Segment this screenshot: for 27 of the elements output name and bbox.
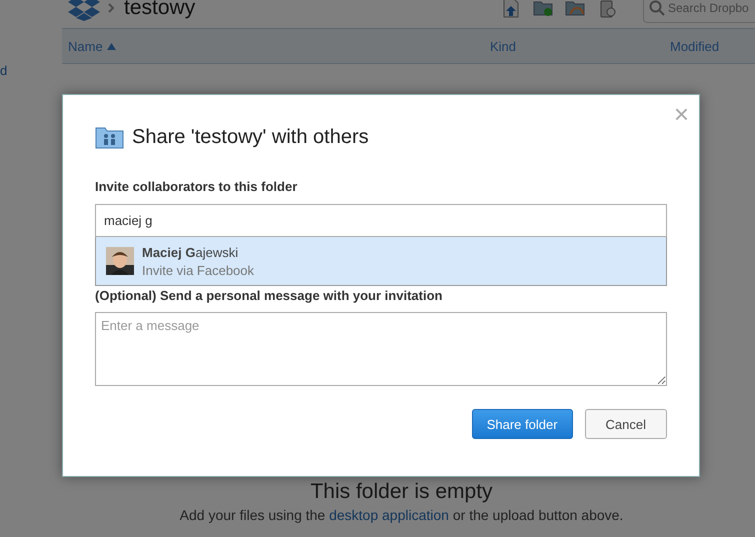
search-field[interactable]: Search Dropbo — [643, 0, 755, 23]
shared-folder-icon[interactable] — [565, 0, 585, 18]
empty-title: This folder is empty — [310, 480, 493, 504]
contact-detail: Invite via Facebook — [142, 262, 254, 278]
contact-name: Maciej Gajewski — [142, 244, 240, 260]
search-icon — [649, 0, 665, 16]
new-folder-icon[interactable] — [533, 0, 553, 18]
desktop-app-link[interactable]: desktop application — [329, 507, 449, 523]
message-label: (Optional) Send a personal message with your invitation — [95, 288, 444, 303]
sidebar-link[interactable]: d — [0, 63, 8, 78]
chevron-icon — [108, 3, 114, 13]
logo-icon — [68, 0, 100, 21]
share-folder-button[interactable]: Share folder — [472, 409, 573, 439]
invite-label: Invite collaborators to this folder — [95, 179, 298, 194]
message-field[interactable]: Enter a message — [95, 312, 667, 386]
dialog-title: Share 'testowy' with others — [132, 126, 369, 148]
close-button[interactable]: × — [672, 101, 691, 127]
column-header[interactable]: Modified — [670, 38, 720, 54]
invite-field[interactable]: maciej g — [95, 204, 667, 237]
suggestion-item[interactable]: Maciej Gajewski Invite via Facebook — [95, 237, 667, 286]
cancel-button[interactable]: Cancel — [584, 409, 667, 439]
folder-title: testowy — [124, 0, 196, 20]
upload-icon[interactable] — [501, 0, 521, 18]
column-header[interactable]: Kind — [490, 38, 670, 54]
column-header[interactable]: Name — [62, 38, 490, 54]
empty-message: Add your files using the desktop application or the upload button above. — [180, 507, 624, 523]
shared-folder-icon — [95, 125, 124, 149]
